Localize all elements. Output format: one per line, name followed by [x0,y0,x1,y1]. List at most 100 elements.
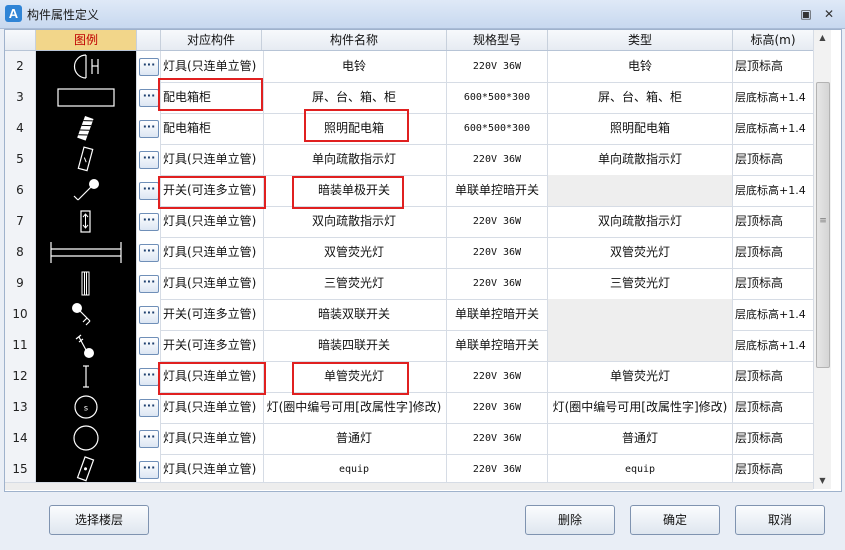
type-cell[interactable]: 屏、台、箱、柜 [548,82,733,113]
spec-cell[interactable]: 220V 36W [447,454,548,485]
component-cell[interactable]: 灯具(只连单立管) [161,206,264,237]
scroll-up-arrow-icon[interactable]: ▲ [814,30,831,46]
restore-button[interactable]: ▣ [798,6,814,22]
type-cell[interactable] [548,175,733,206]
type-cell[interactable]: 普通灯 [548,423,733,454]
spec-cell[interactable]: 220V 36W [447,144,548,175]
elevation-cell[interactable]: 层顶标高 [733,268,816,299]
elevation-cell[interactable]: 层底标高+1.4 [733,299,816,330]
component-cell[interactable]: 灯具(只连单立管) [161,423,264,454]
spec-cell[interactable]: 220V 36W [447,51,548,82]
component-cell[interactable]: 灯具(只连单立管) [161,268,264,299]
type-cell[interactable]: 双管荧光灯 [548,237,733,268]
ellipsis-button[interactable]: ··· [139,337,159,355]
ellipsis-button[interactable]: ··· [139,399,159,417]
name-cell[interactable]: 暗装双联开关 [262,299,447,330]
component-cell[interactable]: 开关(可连多立管) [161,330,264,361]
type-cell[interactable]: 照明配电箱 [548,113,733,144]
type-cell[interactable]: 灯(圈中编号可用[改属性字]修改) [548,392,733,423]
scroll-down-arrow-icon[interactable]: ▼ [814,473,831,489]
component-cell[interactable]: 灯具(只连单立管) [161,392,264,423]
ellipsis-button[interactable]: ··· [139,368,159,386]
spec-cell[interactable]: 220V 36W [447,237,548,268]
table-row[interactable]: 6 ··· 开关(可连多立管) 暗装单极开关 单联单控暗开关 层底标高+1.4 [5,175,816,207]
table-row[interactable]: 2 ··· 灯具(只连单立管) 电铃 220V 36W 电铃 层顶标高 [5,51,816,83]
name-cell[interactable]: 暗装四联开关 [262,330,447,361]
ellipsis-button[interactable]: ··· [139,120,159,138]
elevation-cell[interactable]: 层顶标高 [733,361,816,392]
type-cell[interactable]: equip [548,454,733,485]
table-row[interactable]: 9 ··· 灯具(只连单立管) 三管荧光灯 220V 36W 三管荧光灯 层顶标高 [5,268,816,300]
horizontal-scroll-strip[interactable] [5,482,813,490]
delete-button[interactable]: 删除 [525,505,615,535]
table-row[interactable]: 4 ··· 配电箱柜 照明配电箱 600*500*300 照明配电箱 层底标高+1.4 [5,113,816,145]
ellipsis-button[interactable]: ··· [139,306,159,324]
elevation-cell[interactable]: 层底标高+1.4 [733,82,816,113]
spec-cell[interactable]: 单联单控暗开关 [447,330,548,361]
spec-cell[interactable]: 220V 36W [447,361,548,392]
type-cell[interactable]: 单向疏散指示灯 [548,144,733,175]
ellipsis-button[interactable]: ··· [139,182,159,200]
ellipsis-button[interactable]: ··· [139,244,159,262]
spec-cell[interactable]: 单联单控暗开关 [447,299,548,330]
spec-cell[interactable]: 600*500*300 [447,82,548,113]
type-cell[interactable] [548,330,733,361]
table-row[interactable]: 11 ··· 开关(可连多立管) 暗装四联开关 单联单控暗开关 层底标高+1.4 [5,330,816,362]
type-cell[interactable] [548,299,733,330]
name-cell[interactable]: 三管荧光灯 [262,268,447,299]
ellipsis-button[interactable]: ··· [139,89,159,107]
elevation-cell[interactable]: 层顶标高 [733,144,816,175]
confirm-button[interactable]: 确定 [630,505,720,535]
component-cell[interactable]: 灯具(只连单立管) [161,144,264,175]
component-cell[interactable]: 配电箱柜 [161,113,264,144]
elevation-cell[interactable]: 层顶标高 [733,206,816,237]
select-floor-button[interactable]: 选择楼层 [49,505,149,535]
table-row[interactable]: 14 ··· 灯具(只连单立管) 普通灯 220V 36W 普通灯 层顶标高 [5,423,816,455]
ellipsis-button[interactable]: ··· [139,58,159,76]
vertical-scrollbar[interactable]: ▲ ≡ ▼ [813,30,831,489]
elevation-cell[interactable]: 层顶标高 [733,454,816,485]
ellipsis-button[interactable]: ··· [139,275,159,293]
name-cell[interactable]: 双管荧光灯 [262,237,447,268]
elevation-cell[interactable]: 层顶标高 [733,237,816,268]
type-cell[interactable]: 单管荧光灯 [548,361,733,392]
ellipsis-button[interactable]: ··· [139,461,159,479]
type-cell[interactable]: 电铃 [548,51,733,82]
spec-cell[interactable]: 220V 36W [447,392,548,423]
name-cell[interactable]: 灯(圈中编号可用[改属性字]修改) [262,392,447,423]
type-cell[interactable]: 三管荧光灯 [548,268,733,299]
table-row[interactable]: 12 ··· 灯具(只连单立管) 单管荧光灯 220V 36W 单管荧光灯 层顶标高 [5,361,816,393]
name-cell[interactable]: equip [262,454,447,485]
table-row[interactable]: 3 ··· 配电箱柜 屏、台、箱、柜 600*500*300 屏、台、箱、柜 层底标高+1.… [5,82,816,114]
table-row[interactable]: 5 ··· 灯具(只连单立管) 单向疏散指示灯 220V 36W 单向疏散指示灯 层顶标高 [5,144,816,176]
component-cell[interactable]: 灯具(只连单立管) [161,237,264,268]
ellipsis-button[interactable]: ··· [139,151,159,169]
cancel-button[interactable]: 取消 [735,505,825,535]
elevation-cell[interactable]: 层顶标高 [733,51,816,82]
ellipsis-button[interactable]: ··· [139,213,159,231]
spec-cell[interactable]: 220V 36W [447,206,548,237]
elevation-cell[interactable]: 层顶标高 [733,423,816,454]
ellipsis-button[interactable]: ··· [139,430,159,448]
name-cell[interactable]: 双向疏散指示灯 [262,206,447,237]
name-cell[interactable]: 单向疏散指示灯 [262,144,447,175]
elevation-cell[interactable]: 层底标高+1.4 [733,113,816,144]
table-row[interactable]: 8 ··· 灯具(只连单立管) 双管荧光灯 220V 36W 双管荧光灯 层顶标高 [5,237,816,269]
spec-cell[interactable]: 220V 36W [447,268,548,299]
spec-cell[interactable]: 单联单控暗开关 [447,175,548,206]
elevation-cell[interactable]: 层顶标高 [733,392,816,423]
table-row[interactable]: 7 ··· 灯具(只连单立管) 双向疏散指示灯 220V 36W 双向疏散指示灯 层顶标高 [5,206,816,238]
spec-cell[interactable]: 220V 36W [447,423,548,454]
name-cell[interactable]: 电铃 [262,51,447,82]
name-cell[interactable]: 普通灯 [262,423,447,454]
spec-cell[interactable]: 600*500*300 [447,113,548,144]
close-button[interactable]: ✕ [821,6,837,22]
table-row[interactable]: 10 ··· 开关(可连多立管) 暗装双联开关 单联单控暗开关 层底标高+1.4 [5,299,816,331]
component-cell[interactable]: 灯具(只连单立管) [161,454,264,485]
table-row[interactable]: 13 s ··· 灯具(只连单立管) 灯(圈中编号可用[改属性字]修改) 220V 36W… [5,392,816,424]
component-cell[interactable]: 开关(可连多立管) [161,299,264,330]
elevation-cell[interactable]: 层底标高+1.4 [733,175,816,206]
type-cell[interactable]: 双向疏散指示灯 [548,206,733,237]
scroll-thumb[interactable]: ≡ [816,82,830,368]
elevation-cell[interactable]: 层底标高+1.4 [733,330,816,361]
